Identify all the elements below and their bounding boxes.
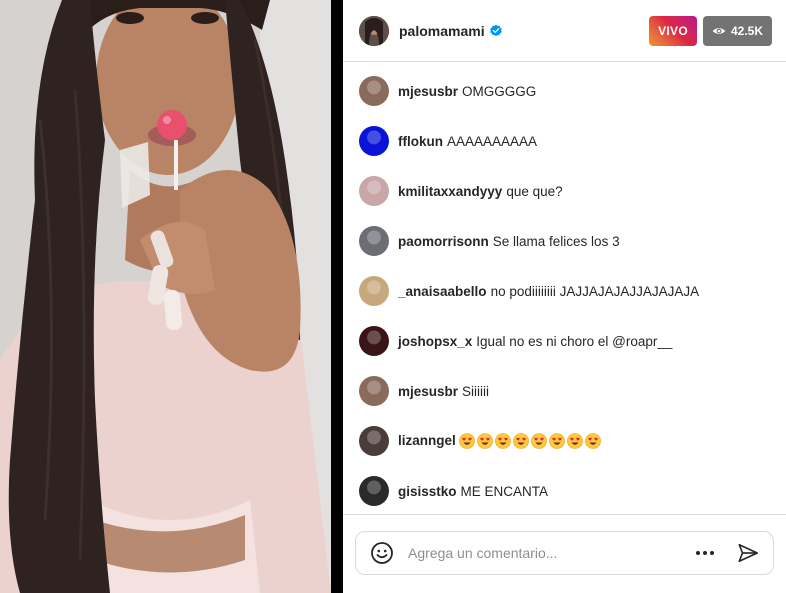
eye-icon [712,24,726,38]
comment-input[interactable] [408,545,695,561]
comment-row: fflokun AAAAAAAAAA [359,116,770,166]
commenter-avatar[interactable] [359,476,389,506]
commenter-avatar[interactable] [359,176,389,206]
live-header: palomamami VIVO 42.5K [343,0,786,62]
comment-text: AAAAAAAAAA [447,133,538,149]
comment-row: paomorrisonn Se llama felices los 3 [359,216,770,266]
commenter-avatar[interactable] [359,76,389,106]
comment-text: ME ENCANTA [460,483,549,499]
commenter-avatar[interactable] [359,126,389,156]
host-username[interactable]: palomamami [399,23,485,39]
commenter-username[interactable]: paomorrisonn [398,234,489,249]
comment-text: Igual no es ni choro el @roapr__ [476,333,673,349]
comment-row: mjesusbr OMGGGGG [359,66,770,116]
live-badge: VIVO [649,15,697,46]
comment-row: gisisstko ME ENCANTA [359,466,770,514]
heart-eyes-emoji-icon [584,433,601,450]
comment-text: Siiiiii [462,383,490,399]
comment-text: no podiiiiiiii JAJJAJAJAJJAJAJAJA [490,283,700,299]
commenter-avatar[interactable] [359,276,389,306]
commenter-username[interactable]: joshopsx_x [398,334,472,349]
video-frame-illustration [0,0,331,593]
comment-row: joshopsx_x Igual no es ni choro el @roapr… [359,316,770,366]
live-video-pane [0,0,343,593]
comment-composer-area [343,515,786,593]
comment-text: que que? [506,183,563,199]
comment-row: mjesusbr Siiiiii [359,366,770,416]
heart-eyes-emoji-icon [458,433,475,450]
commenter-avatar[interactable] [359,426,389,456]
comment-text: Se llama felices los 3 [492,233,620,249]
heart-eyes-emoji-icon [548,433,565,450]
heart-eyes-emoji-icon [476,433,493,450]
commenter-username[interactable]: fflokun [398,134,443,149]
send-icon[interactable] [737,542,759,564]
commenter-username[interactable]: _anaisaabello [398,284,487,299]
commenter-username[interactable]: gisisstko [398,484,457,499]
commenter-avatar[interactable] [359,226,389,256]
viewer-count-badge: 42.5K [702,15,772,46]
commenter-username[interactable]: mjesusbr [398,384,458,399]
commenter-username[interactable]: lizanngel [398,433,456,448]
commenter-username[interactable]: kmilitaxxandyyy [398,184,502,199]
comment-emoji-row [458,433,601,450]
host-avatar-image [359,15,389,46]
heart-eyes-emoji-icon [530,433,547,450]
viewer-count: 42.5K [730,23,763,38]
commenter-username[interactable]: mjesusbr [398,84,458,99]
comment-composer [355,531,774,575]
commenter-avatar[interactable] [359,376,389,406]
heart-eyes-emoji-icon [494,433,511,450]
comments-list[interactable]: mjesusbr OMGGGGG fflokun AAAAAAAAAA kmilitax… [343,62,786,514]
live-video[interactable] [0,0,331,593]
live-side-panel: palomamami VIVO 42.5K mjesusbr OMGGGGG f… [343,0,786,593]
comment-text: OMGGGGG [462,83,537,99]
heart-eyes-emoji-icon [512,433,529,450]
comment-row: _anaisaabello no podiiiiiiii JAJJAJAJAJJA… [359,266,770,316]
commenter-avatar[interactable] [359,326,389,356]
instagram-live-view: palomamami VIVO 42.5K mjesusbr OMGGGGG f… [0,0,786,593]
comment-row: kmilitaxxandyyy que que? [359,166,770,216]
comment-row: lizanngel [359,416,770,466]
verified-badge-icon [489,24,503,38]
host-avatar[interactable] [359,15,389,46]
more-options-icon[interactable] [695,550,715,556]
emoji-picker-icon[interactable] [370,541,394,565]
heart-eyes-emoji-icon [566,433,583,450]
